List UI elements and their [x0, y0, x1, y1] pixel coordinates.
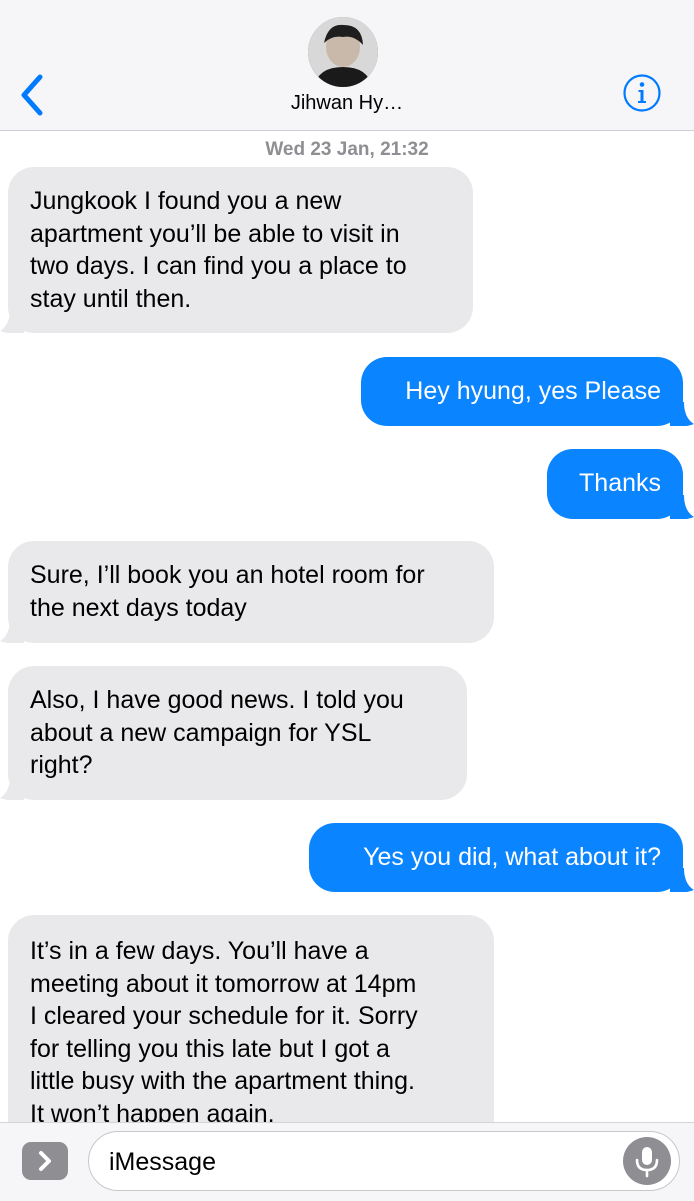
imessage-input[interactable]	[107, 1144, 611, 1180]
info-button[interactable]	[622, 73, 662, 113]
message-line: Hey hyung, yes Please	[405, 377, 661, 405]
message-input-field[interactable]	[88, 1131, 680, 1191]
message-line: two days. I can find you a place to	[30, 252, 407, 280]
message-bubble-incoming[interactable]: It’s in a few days. You’ll have a meetin…	[8, 915, 494, 1155]
dictation-button[interactable]	[623, 1137, 671, 1185]
bubble-tail	[670, 402, 694, 426]
bubble-tail	[670, 495, 694, 519]
message-line: It’s in a few days. You’ll have a	[30, 937, 369, 965]
message-line: apartment you’ll be able to visit in	[30, 219, 400, 248]
message-line: meeting about it tomorrow at 14pm	[30, 969, 417, 998]
message-line: stay until then.	[30, 284, 192, 313]
message-line: Also, I have good news. I told you	[30, 686, 404, 714]
message-composer	[0, 1122, 694, 1201]
message-bubble-outgoing[interactable]: Thanks	[547, 449, 683, 519]
bubble-tail	[0, 776, 24, 800]
message-line: for telling you this late but I got a	[30, 1034, 390, 1063]
message-bubble-incoming[interactable]: Also, I have good news. I told you about…	[8, 666, 467, 800]
conversation-header: Jihwan Hy…	[0, 0, 694, 131]
message-line: Sure, I’ll book you an hotel room for	[30, 561, 425, 589]
message-line: about a new campaign for YSL	[30, 718, 372, 747]
message-bubble-outgoing[interactable]: Yes you did, what about it?	[309, 823, 683, 892]
message-line: little busy with the apartment thing.	[30, 1067, 415, 1095]
bubble-tail	[670, 868, 694, 892]
avatar-photo	[308, 17, 378, 87]
message-line: Jungkook I found you a new	[30, 187, 342, 215]
message-timestamp: Wed 23 Jan, 21:32	[265, 139, 429, 160]
message-line: Thanks	[579, 469, 661, 497]
contact-name[interactable]: Jihwan Hy…	[0, 92, 694, 115]
chevron-right-icon	[39, 1151, 51, 1171]
bubble-tail	[0, 619, 24, 643]
message-bubble-incoming[interactable]: Sure, I’ll book you an hotel room for th…	[8, 541, 494, 643]
app-drawer-button[interactable]	[22, 1142, 68, 1180]
contact-avatar[interactable]	[308, 17, 378, 87]
message-line: the next days today	[30, 593, 247, 622]
message-line: right?	[30, 751, 93, 779]
message-bubble-incoming[interactable]: Jungkook I found you a new apartment you…	[8, 167, 473, 333]
info-icon	[623, 74, 661, 112]
message-line: Yes you did, what about it?	[363, 843, 661, 871]
microphone-icon	[635, 1147, 659, 1178]
bubble-tail	[0, 309, 24, 333]
message-bubble-outgoing[interactable]: Hey hyung, yes Please	[361, 357, 683, 426]
message-line: I cleared your schedule for it. Sorry	[30, 1002, 418, 1030]
